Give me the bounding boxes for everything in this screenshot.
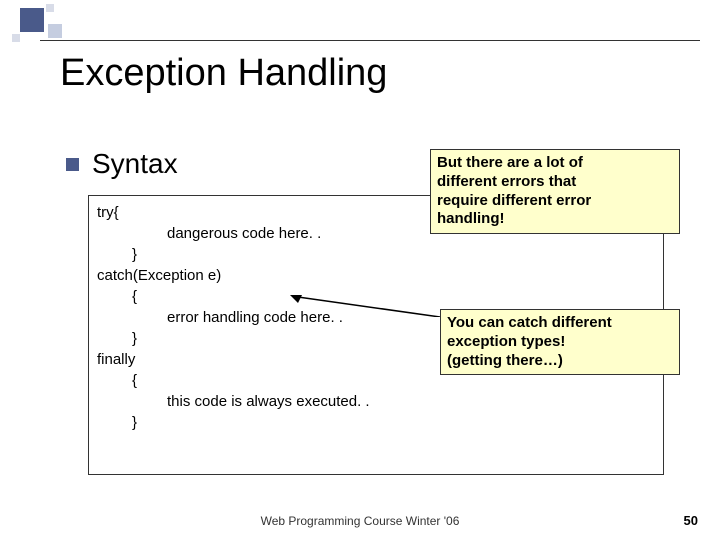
note-line: handling! (437, 210, 673, 229)
code-line: } (132, 412, 655, 433)
note-line: require different error (437, 192, 673, 211)
code-line: } (132, 244, 655, 265)
header-rule (40, 40, 700, 41)
note-line: (getting there…) (447, 352, 673, 371)
note-line: different errors that (437, 173, 673, 192)
slide-title: Exception Handling (60, 52, 387, 95)
deco-square-small-left (12, 34, 20, 42)
note-line: exception types! (447, 333, 673, 352)
code-line: catch(Exception e) (97, 265, 655, 286)
deco-square-small-top (46, 4, 54, 12)
page-number: 50 (684, 513, 698, 528)
annotation-note-1: But there are a lot of different errors … (430, 149, 680, 234)
note-line: But there are a lot of (437, 154, 673, 173)
note-line: You can catch different (447, 314, 673, 333)
annotation-note-2: You can catch different exception types!… (440, 309, 680, 375)
deco-square-large (20, 8, 44, 32)
code-line: this code is always executed. . (167, 391, 655, 412)
deco-square-medium (48, 24, 62, 38)
arrow-icon (290, 295, 440, 317)
section-heading: Syntax (92, 148, 178, 180)
bullet-square-icon (66, 158, 79, 171)
footer-text: Web Programming Course Winter '06 (0, 514, 720, 528)
